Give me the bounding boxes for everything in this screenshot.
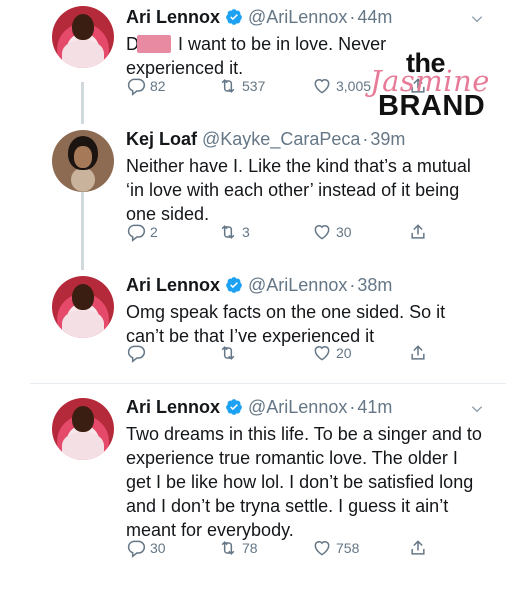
watermark-logo: the Jasmine BRAND — [370, 50, 500, 124]
share-button[interactable] — [408, 222, 428, 242]
like-button[interactable]: 30 — [312, 222, 352, 242]
like-count: 20 — [336, 345, 352, 361]
retweet-icon — [218, 343, 238, 363]
reply-count: 30 — [150, 540, 166, 556]
tweet-header: Ari Lennox @AriLennox · 44m — [126, 6, 486, 28]
tweet-divider — [30, 383, 506, 384]
like-button[interactable]: 3,005 — [312, 76, 371, 96]
reply-count: 82 — [150, 78, 166, 94]
separator: · — [362, 129, 369, 149]
share-icon — [408, 538, 428, 558]
like-count: 3,005 — [336, 78, 372, 94]
retweet-count: 78 — [242, 540, 258, 556]
chevron-down-icon[interactable] — [470, 402, 484, 416]
thread-line — [81, 192, 84, 270]
display-name[interactable]: Ari Lennox — [126, 274, 220, 296]
timestamp[interactable]: 44m — [357, 6, 392, 28]
thread-line — [81, 82, 84, 124]
reply-button[interactable]: 30 — [126, 538, 166, 558]
retweet-count: 3 — [242, 224, 250, 240]
retweet-button[interactable]: 3 — [218, 222, 250, 242]
retweet-count: 537 — [242, 78, 266, 94]
retweet-icon — [218, 538, 238, 558]
avatar[interactable] — [52, 6, 114, 68]
share-button[interactable] — [408, 538, 428, 558]
separator: · — [349, 397, 356, 417]
separator: · — [349, 7, 356, 27]
reply-button[interactable]: 2 — [126, 222, 158, 242]
share-button[interactable] — [408, 343, 428, 363]
redaction-mark — [137, 35, 171, 53]
tweet-text: Two dreams in this life. To be a singer … — [126, 424, 482, 540]
like-button[interactable]: 20 — [312, 343, 352, 363]
timestamp[interactable]: 39m — [370, 128, 405, 150]
reply-button[interactable] — [126, 343, 150, 363]
like-count: 758 — [336, 540, 360, 556]
share-icon — [408, 343, 428, 363]
reply-icon — [126, 343, 146, 363]
separator: · — [349, 275, 356, 295]
verified-badge-icon — [225, 398, 243, 416]
avatar[interactable] — [52, 130, 114, 192]
like-icon — [312, 76, 332, 96]
handle[interactable]: @AriLennox — [248, 274, 347, 296]
handle[interactable]: @AriLennox — [248, 396, 347, 418]
retweet-icon — [218, 222, 238, 242]
like-count: 30 — [336, 224, 352, 240]
like-icon — [312, 538, 332, 558]
reply-count: 2 — [150, 224, 158, 240]
handle[interactable]: @AriLennox — [248, 6, 347, 28]
display-name[interactable]: Ari Lennox — [126, 6, 220, 28]
like-button[interactable]: 758 — [312, 538, 359, 558]
reply-button[interactable]: 82 — [126, 76, 166, 96]
timestamp[interactable]: 41m — [357, 396, 392, 418]
timestamp[interactable]: 38m — [357, 274, 392, 296]
verified-badge-icon — [225, 8, 243, 26]
watermark-brand: BRAND — [378, 90, 486, 122]
chevron-down-icon[interactable] — [470, 12, 484, 26]
reply-icon — [126, 76, 146, 96]
like-icon — [312, 222, 332, 242]
tweet-header: Kej Loaf @Kayke_CaraPeca · 39m — [126, 128, 486, 150]
reply-icon — [126, 222, 146, 242]
retweet-button[interactable] — [218, 343, 242, 363]
like-icon — [312, 343, 332, 363]
share-icon — [408, 222, 428, 242]
retweet-button[interactable]: 537 — [218, 76, 265, 96]
avatar[interactable] — [52, 398, 114, 460]
tweet-header: Ari Lennox @AriLennox · 41m — [126, 396, 486, 418]
tweet-text: Neither have I. Like the kind that’s a m… — [126, 156, 471, 224]
handle[interactable]: @Kayke_CaraPeca — [202, 128, 360, 150]
avatar[interactable] — [52, 276, 114, 338]
tweet-text: Omg speak facts on the one sided. So it … — [126, 302, 446, 346]
retweet-button[interactable]: 78 — [218, 538, 258, 558]
display-name[interactable]: Kej Loaf — [126, 128, 197, 150]
tweet-header: Ari Lennox @AriLennox · 38m — [126, 274, 486, 296]
retweet-icon — [218, 76, 238, 96]
reply-icon — [126, 538, 146, 558]
display-name[interactable]: Ari Lennox — [126, 396, 220, 418]
verified-badge-icon — [225, 276, 243, 294]
